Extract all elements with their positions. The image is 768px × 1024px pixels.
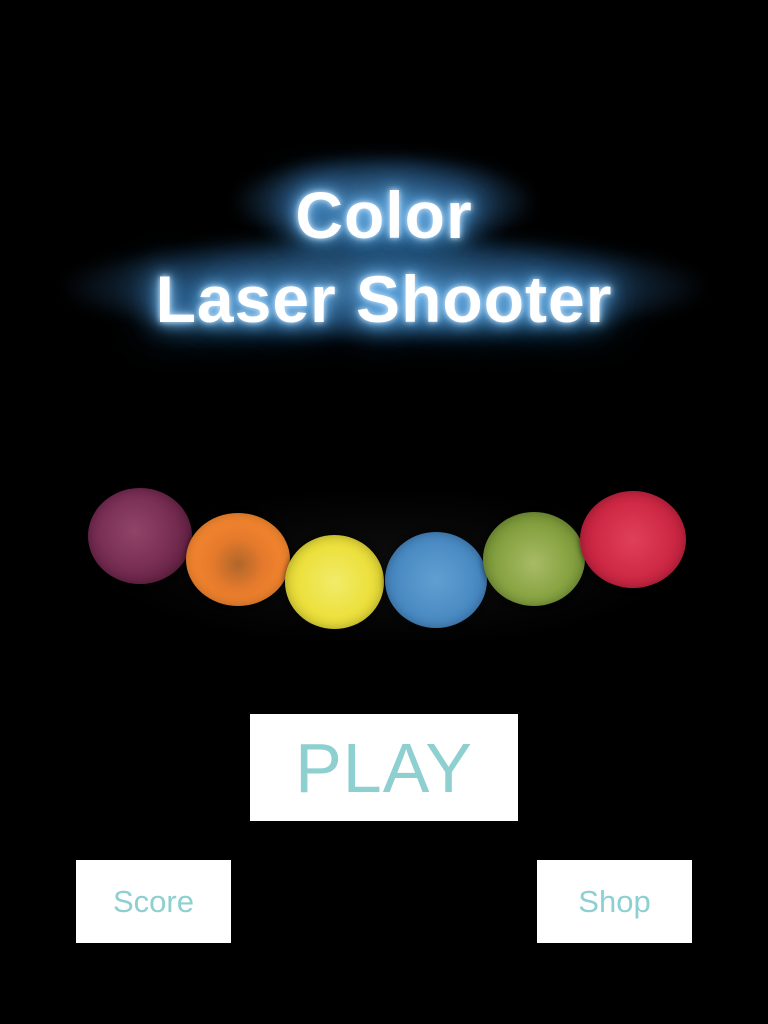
purple-ball bbox=[88, 488, 192, 584]
green-ball bbox=[483, 512, 585, 606]
red-ball bbox=[580, 491, 686, 588]
main-menu-screen: Color Laser Shooter PLAY Score Shop bbox=[0, 0, 768, 1024]
shop-button[interactable]: Shop bbox=[537, 860, 692, 943]
paint-splatter bbox=[78, 480, 698, 640]
play-button[interactable]: PLAY bbox=[250, 714, 518, 821]
blue-ball bbox=[385, 532, 487, 628]
score-button[interactable]: Score bbox=[76, 860, 231, 943]
title-line-1: Color bbox=[295, 178, 473, 252]
title-line-2: Laser Shooter bbox=[155, 262, 613, 336]
orange-ball bbox=[186, 513, 290, 606]
game-title: Color Laser Shooter bbox=[0, 152, 768, 342]
yellow-ball bbox=[285, 535, 384, 629]
